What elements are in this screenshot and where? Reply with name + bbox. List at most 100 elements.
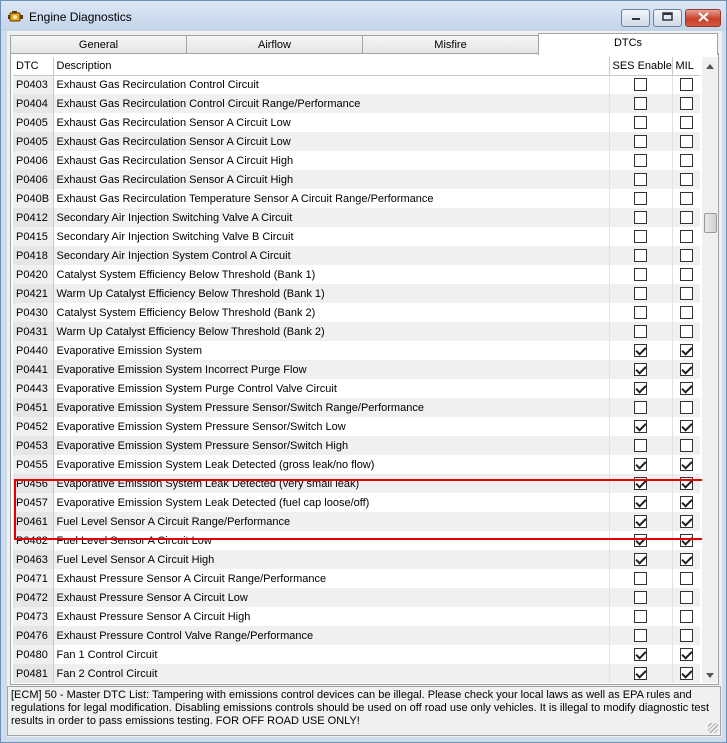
table-row[interactable]: P0415 Secondary Air Injection Switching V… [13,227,700,246]
ses-enable-checkbox[interactable] [634,306,647,319]
mil-checkbox[interactable] [679,97,693,110]
tab-general[interactable]: General [10,35,187,55]
table-row[interactable]: P0421 Warm Up Catalyst Efficiency Below T… [13,284,700,303]
mil-checkbox[interactable] [679,553,693,566]
table-row[interactable]: P0403 Exhaust Gas Recirculation Control C… [13,75,700,94]
mil-checkbox[interactable] [679,401,693,414]
ses-enable-checkbox[interactable] [634,401,647,414]
ses-enable-checkbox[interactable] [634,192,647,205]
table-row[interactable]: P0451 Evaporative Emission System Pressur… [13,398,700,417]
title-bar[interactable]: Engine Diagnostics [1,1,726,31]
mil-checkbox[interactable] [679,135,693,148]
column-header-ses-enable[interactable]: SES Enable [609,57,673,76]
mil-checkbox[interactable] [679,382,693,395]
table-row[interactable]: P0476 Exhaust Pressure Control Valve Rang… [13,626,700,645]
table-row[interactable]: P040B Exhaust Gas Recirculation Temperatu… [13,189,700,208]
ses-enable-checkbox[interactable] [634,78,647,92]
table-row[interactable]: P0453 Evaporative Emission System Pressur… [13,436,700,455]
ses-enable-checkbox[interactable] [634,420,647,433]
column-header-mil[interactable]: MIL [672,57,700,76]
mil-checkbox[interactable] [679,477,693,490]
scrollbar-thumb[interactable] [704,213,717,233]
mil-checkbox[interactable] [679,515,693,528]
mil-checkbox[interactable] [679,78,693,92]
ses-enable-checkbox[interactable] [634,572,647,585]
ses-enable-checkbox[interactable] [634,154,647,167]
tab-airflow[interactable]: Airflow [186,35,363,55]
table-row[interactable]: P0440 Evaporative Emission System [13,341,700,360]
table-row[interactable]: P0431 Warm Up Catalyst Efficiency Below T… [13,322,700,341]
table-row[interactable]: P0463 Fuel Level Sensor A Circuit High [13,550,700,569]
maximize-button[interactable] [653,9,682,27]
ses-enable-checkbox[interactable] [634,439,647,452]
ses-enable-checkbox[interactable] [634,515,647,528]
column-header-description[interactable]: Description [53,57,610,76]
ses-enable-checkbox[interactable] [634,211,647,224]
table-row[interactable]: P0441 Evaporative Emission System Incorre… [13,360,700,379]
mil-checkbox[interactable] [679,173,693,186]
table-row[interactable]: P0405 Exhaust Gas Recirculation Sensor A … [13,132,700,151]
ses-enable-checkbox[interactable] [634,648,647,661]
table-row[interactable]: P0452 Evaporative Emission System Pressur… [13,417,700,436]
ses-enable-checkbox[interactable] [634,610,647,623]
mil-checkbox[interactable] [679,610,693,623]
table-row[interactable]: P0481 Fan 2 Control Circuit [13,664,700,683]
mil-checkbox[interactable] [679,344,693,357]
close-button[interactable] [685,9,721,27]
table-row[interactable]: P0461 Fuel Level Sensor A Circuit Range/P… [13,512,700,531]
mil-checkbox[interactable] [679,192,693,205]
table-row[interactable]: P0456 Evaporative Emission System Leak De… [13,474,700,493]
dtc-grid[interactable]: DTC Description SES Enable MIL P0403 Exha… [13,57,700,683]
mil-checkbox[interactable] [679,116,693,129]
ses-enable-checkbox[interactable] [634,458,647,471]
mil-checkbox[interactable] [679,572,693,585]
mil-checkbox[interactable] [679,439,693,452]
mil-checkbox[interactable] [679,458,693,471]
mil-checkbox[interactable] [679,363,693,376]
mil-checkbox[interactable] [679,534,693,547]
table-row[interactable]: P0405 Exhaust Gas Recirculation Sensor A … [13,113,700,132]
ses-enable-checkbox[interactable] [634,534,647,547]
table-row[interactable]: P0404 Exhaust Gas Recirculation Control C… [13,94,700,113]
table-row[interactable]: P0420 Catalyst System Efficiency Below Th… [13,265,700,284]
ses-enable-checkbox[interactable] [634,230,647,243]
ses-enable-checkbox[interactable] [634,553,647,566]
table-row[interactable]: P0406 Exhaust Gas Recirculation Sensor A … [13,151,700,170]
ses-enable-checkbox[interactable] [634,249,647,262]
mil-checkbox[interactable] [679,591,693,604]
ses-enable-checkbox[interactable] [634,287,647,300]
mil-checkbox[interactable] [679,249,693,262]
vertical-scrollbar[interactable] [702,57,718,683]
mil-checkbox[interactable] [679,306,693,319]
mil-checkbox[interactable] [679,268,693,281]
minimize-button[interactable] [621,9,650,27]
tab-misfire[interactable]: Misfire [362,35,539,55]
table-row[interactable]: P0462 Fuel Level Sensor A Circuit Low [13,531,700,550]
ses-enable-checkbox[interactable] [634,135,647,148]
table-row[interactable]: P0406 Exhaust Gas Recirculation Sensor A … [13,170,700,189]
tab-dtcs[interactable]: DTCs [538,33,718,55]
mil-checkbox[interactable] [679,154,693,167]
ses-enable-checkbox[interactable] [634,477,647,490]
table-row[interactable]: P0457 Evaporative Emission System Leak De… [13,493,700,512]
mil-checkbox[interactable] [679,667,693,680]
scroll-up-button[interactable] [702,57,718,74]
table-row[interactable]: P0412 Secondary Air Injection Switching V… [13,208,700,227]
table-row[interactable]: P0472 Exhaust Pressure Sensor A Circuit L… [13,588,700,607]
mil-checkbox[interactable] [679,648,693,661]
mil-checkbox[interactable] [679,211,693,224]
column-header-dtc[interactable]: DTC [13,57,54,76]
table-row[interactable]: P0430 Catalyst System Efficiency Below Th… [13,303,700,322]
mil-checkbox[interactable] [679,496,693,509]
ses-enable-checkbox[interactable] [634,496,647,509]
ses-enable-checkbox[interactable] [634,629,647,642]
ses-enable-checkbox[interactable] [634,116,647,129]
ses-enable-checkbox[interactable] [634,382,647,395]
mil-checkbox[interactable] [679,325,693,338]
table-row[interactable]: P0480 Fan 1 Control Circuit [13,645,700,664]
mil-checkbox[interactable] [679,230,693,243]
mil-checkbox[interactable] [679,629,693,642]
ses-enable-checkbox[interactable] [634,591,647,604]
ses-enable-checkbox[interactable] [634,268,647,281]
table-row[interactable]: P0471 Exhaust Pressure Sensor A Circuit R… [13,569,700,588]
